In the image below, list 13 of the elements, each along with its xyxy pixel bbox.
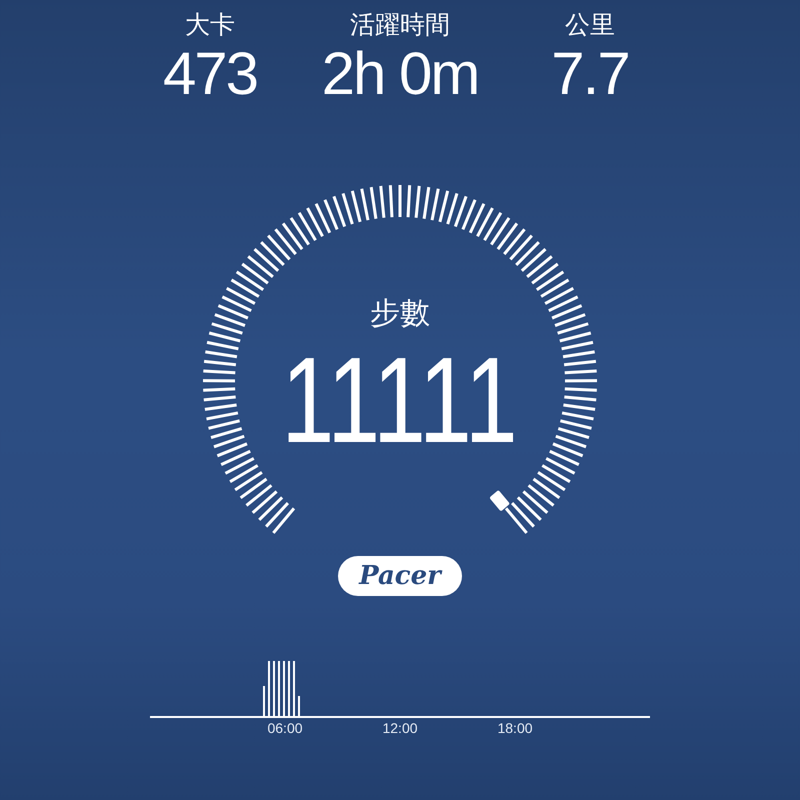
stat-value: 7.7 (551, 42, 629, 106)
stat-value: 2h 0m (322, 42, 478, 106)
stat-label: 公里 (565, 9, 615, 41)
time-label: 18:00 (497, 720, 533, 736)
time-label: 12:00 (382, 720, 418, 736)
stat-label: 活躍時間 (350, 9, 450, 41)
time-label: 06:00 (267, 720, 303, 736)
stat-value: 473 (162, 42, 258, 106)
pacer-logo: Pacer (338, 556, 462, 596)
stat-label: 大卡 (185, 9, 235, 41)
steps-count: 11111 (282, 340, 518, 460)
steps-label: 步數 (370, 295, 430, 333)
activity-bars-drawing (263, 661, 300, 716)
